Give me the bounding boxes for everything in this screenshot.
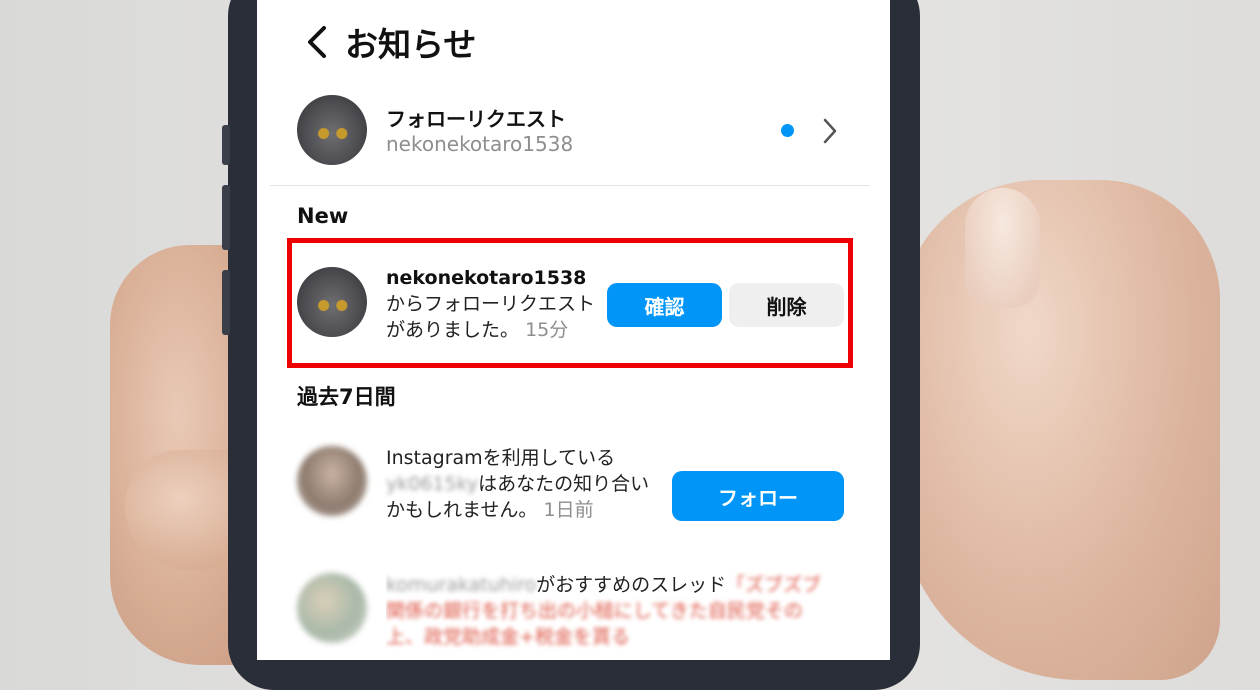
suggestion-username[interactable]: yk0615ky [386, 473, 478, 495]
notification-time: 15分 [525, 319, 569, 341]
phone-side-button [222, 125, 230, 165]
suggestion-time: 1日前 [543, 499, 594, 521]
suggestion-text: Instagramを利用している yk0615kyはあなたの知り合いかもしれません… [386, 445, 651, 523]
avatar[interactable] [297, 446, 367, 516]
chevron-right-icon[interactable] [820, 116, 840, 146]
avatar[interactable] [297, 573, 367, 643]
suggestion-text-before: Instagramを利用している [386, 447, 616, 469]
follow-requests-username: nekonekotaro1538 [386, 132, 574, 156]
page-title: お知らせ [345, 25, 477, 64]
follow-requests-title: フォローリクエスト [386, 107, 566, 131]
avatar [297, 95, 367, 165]
notification-text: nekonekotaro1538からフォローリクエストがありました。 15分 [386, 265, 601, 355]
phone-side-button [222, 185, 230, 250]
unread-dot [781, 124, 794, 137]
phone-side-button [222, 270, 230, 335]
avatar[interactable] [297, 267, 367, 337]
section-new-header: New [297, 204, 349, 228]
right-thumbnail [965, 188, 1040, 308]
section-past7-header: 過去7日間 [297, 385, 396, 409]
confirm-button[interactable]: 確認 [607, 283, 722, 327]
delete-button[interactable]: 削除 [729, 283, 844, 327]
thread-text: komurakatuhiroがおすすめのスレッド「ズブズブ関係の銀行を打ち出の小… [386, 572, 826, 652]
back-chevron-icon[interactable] [302, 22, 332, 62]
notification-username[interactable]: nekonekotaro1538 [386, 267, 586, 289]
follow-button[interactable]: フォロー [672, 471, 844, 521]
right-thumb [900, 180, 1220, 680]
thread-username[interactable]: komurakatuhiro [386, 574, 536, 596]
divider [270, 185, 870, 186]
thread-message: がおすすめのスレッド [536, 574, 727, 596]
